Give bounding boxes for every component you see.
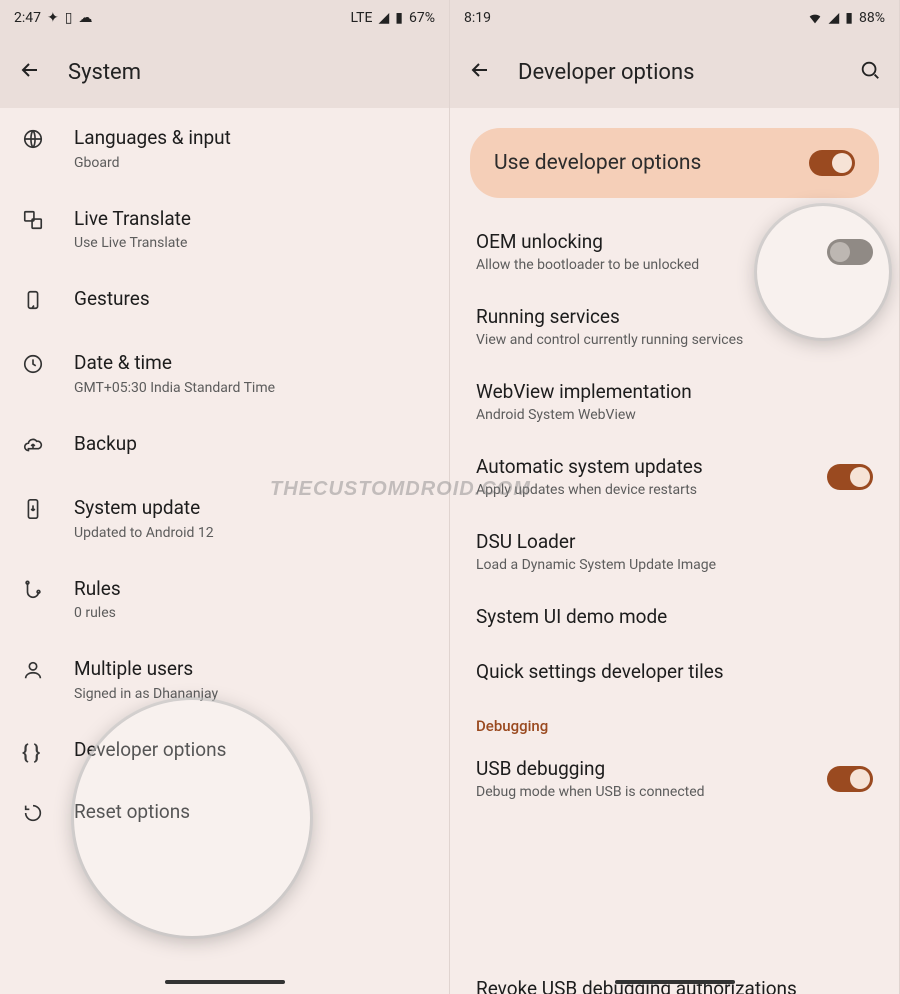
back-icon[interactable]: [468, 58, 492, 86]
app-bar: Developer options: [450, 36, 899, 108]
oem-unlocking-toggle[interactable]: [827, 239, 873, 265]
item-sub: Gboard: [74, 155, 427, 171]
cloud-icon: ☁: [78, 10, 92, 26]
item-title: Automatic system updates: [476, 455, 873, 478]
item-title: Multiple users: [74, 657, 427, 682]
battery-label: 67%: [409, 10, 435, 26]
translate-icon: [22, 209, 44, 235]
developer-options-screen: 8:19 ◢ ▮ 88% Developer options Use devel…: [450, 0, 900, 994]
item-title: DSU Loader: [476, 530, 873, 553]
item-sub: Apply updates when device restarts: [476, 482, 873, 498]
status-time: 8:19: [464, 10, 491, 26]
page-title: Developer options: [518, 60, 694, 85]
dev-item-running-services[interactable]: Running services View and control curren…: [450, 289, 899, 364]
wifi-icon: [807, 10, 823, 26]
status-bar: 2:47 ✦ ▯ ☁ LTE ◢ ▮ 67%: [0, 0, 449, 36]
item-sub: GMT+05:30 India Standard Time: [74, 380, 427, 396]
dev-item-usb-debugging[interactable]: USB debugging Debug mode when USB is con…: [450, 741, 899, 816]
item-title: Languages & input: [74, 126, 427, 151]
settings-item-system-update[interactable]: System update Updated to Android 12: [0, 478, 449, 559]
signal-icon: ◢: [379, 10, 390, 26]
item-sub: Use Live Translate: [74, 235, 427, 251]
braces-icon: { }: [22, 740, 40, 764]
signal-icon: ◢: [829, 10, 840, 26]
settings-item-developer-options[interactable]: { } Developer options: [0, 720, 449, 782]
item-title: Gestures: [74, 287, 427, 312]
auto-updates-toggle[interactable]: [827, 464, 873, 490]
search-icon[interactable]: [859, 59, 881, 85]
dev-item-dsu-loader[interactable]: DSU Loader Load a Dynamic System Update …: [450, 514, 899, 589]
item-title: Live Translate: [74, 207, 427, 232]
settings-item-live-translate[interactable]: Live Translate Use Live Translate: [0, 189, 449, 270]
section-debugging: Debugging: [450, 699, 899, 741]
reset-icon: [22, 802, 44, 828]
settings-item-date-time[interactable]: Date & time GMT+05:30 India Standard Time: [0, 333, 449, 414]
globe-icon: [22, 128, 44, 154]
item-sub: Android System WebView: [476, 407, 873, 423]
use-developer-options-hero[interactable]: Use developer options: [470, 128, 879, 198]
network-label: LTE: [351, 10, 373, 26]
dev-item-auto-updates[interactable]: Automatic system updates Apply updates w…: [450, 439, 899, 514]
item-sub: Debug mode when USB is connected: [476, 784, 873, 800]
item-sub: 0 rules: [74, 605, 427, 621]
item-sub: View and control currently running servi…: [476, 332, 873, 348]
person-icon: [22, 659, 44, 685]
item-title: System update: [74, 496, 427, 521]
battery-icon: ▮: [845, 10, 853, 26]
item-title: Quick settings developer tiles: [476, 660, 873, 683]
item-title: Reset options: [74, 800, 427, 825]
dev-item-system-ui-demo[interactable]: System UI demo mode: [450, 589, 899, 644]
settings-item-rules[interactable]: Rules 0 rules: [0, 559, 449, 640]
item-title: OEM unlocking: [476, 230, 873, 253]
usb-debugging-toggle[interactable]: [827, 766, 873, 792]
dev-item-oem-unlocking[interactable]: OEM unlocking Allow the bootloader to be…: [450, 214, 899, 289]
item-title: Running services: [476, 305, 873, 328]
settings-item-multiple-users[interactable]: Multiple users Signed in as Dhananjay: [0, 639, 449, 720]
settings-item-backup[interactable]: Backup: [0, 414, 449, 478]
phone-icon: ▯: [65, 10, 73, 26]
clock-icon: [22, 353, 44, 379]
battery-icon: ▮: [395, 10, 403, 26]
item-title: Date & time: [74, 351, 427, 376]
settings-item-languages[interactable]: Languages & input Gboard: [0, 108, 449, 189]
battery-label: 88%: [859, 10, 885, 26]
settings-item-reset-options[interactable]: Reset options: [0, 782, 449, 846]
update-phone-icon: [22, 498, 44, 524]
item-title: Rules: [74, 577, 427, 602]
dev-item-webview[interactable]: WebView implementation Android System We…: [450, 364, 899, 439]
item-title: Backup: [74, 432, 427, 457]
nav-handle[interactable]: [615, 980, 735, 984]
item-sub: Signed in as Dhananjay: [74, 686, 427, 702]
use-developer-options-toggle[interactable]: [809, 150, 855, 176]
item-sub: Updated to Android 12: [74, 525, 427, 541]
nav-handle[interactable]: [165, 980, 285, 984]
fan-icon: ✦: [47, 10, 59, 26]
system-settings-screen: 2:47 ✦ ▯ ☁ LTE ◢ ▮ 67% System Languages …: [0, 0, 450, 994]
item-sub: Load a Dynamic System Update Image: [476, 557, 873, 573]
item-title: System UI demo mode: [476, 605, 873, 628]
item-title: Developer options: [74, 738, 427, 763]
settings-item-gestures[interactable]: Gestures: [0, 269, 449, 333]
item-title: WebView implementation: [476, 380, 873, 403]
status-bar: 8:19 ◢ ▮ 88%: [450, 0, 899, 36]
rules-icon: [22, 579, 44, 605]
item-sub: Allow the bootloader to be unlocked: [476, 257, 873, 273]
item-title: USB debugging: [476, 757, 873, 780]
back-icon[interactable]: [18, 58, 42, 86]
status-time: 2:47: [14, 10, 41, 26]
gesture-icon: [22, 289, 44, 315]
page-title: System: [68, 60, 141, 85]
cloud-up-icon: [22, 434, 44, 460]
app-bar: System: [0, 36, 449, 108]
hero-title: Use developer options: [494, 151, 809, 175]
dev-item-quick-settings-tiles[interactable]: Quick settings developer tiles: [450, 644, 899, 699]
